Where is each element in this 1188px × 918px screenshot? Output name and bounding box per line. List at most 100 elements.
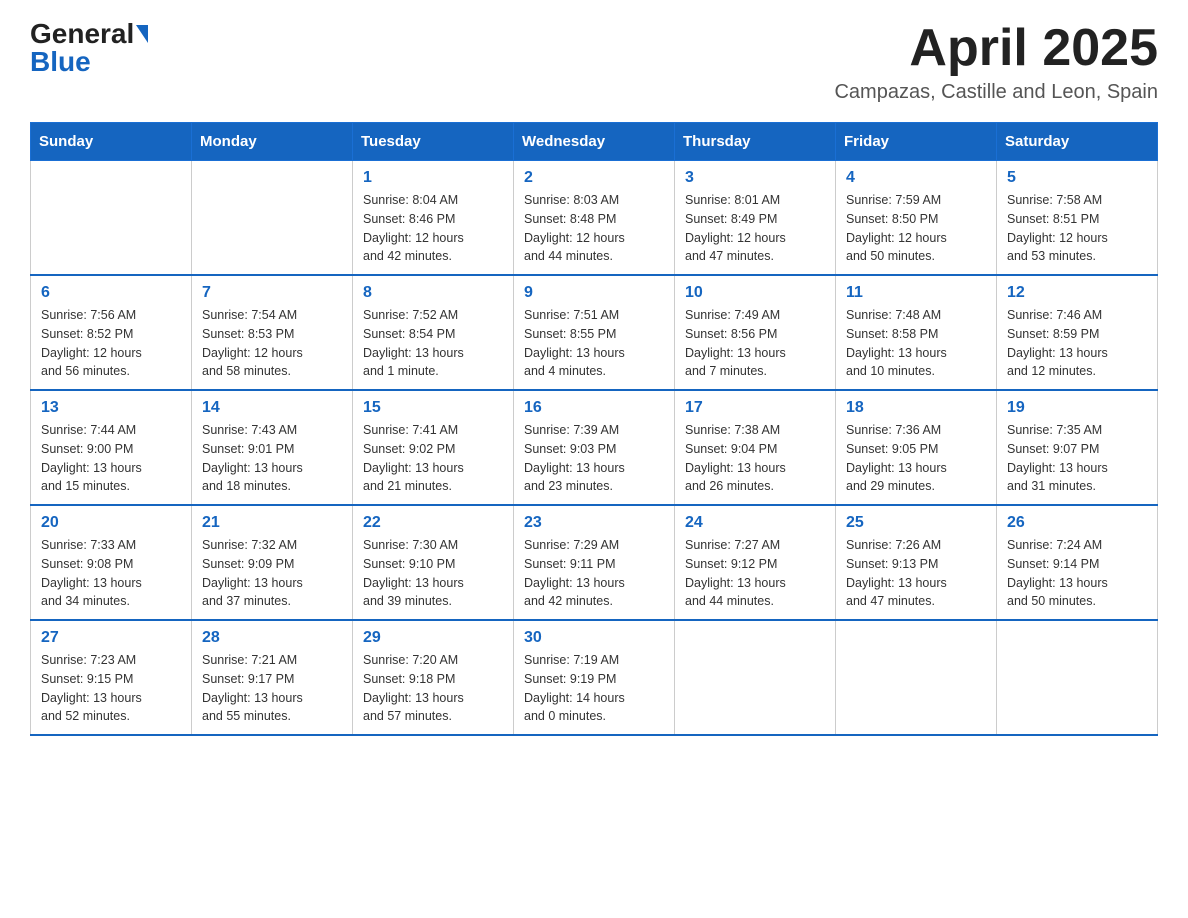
calendar-cell: 27Sunrise: 7:23 AM Sunset: 9:15 PM Dayli…	[31, 620, 192, 735]
day-number: 16	[524, 399, 664, 417]
day-info: Sunrise: 7:19 AM Sunset: 9:19 PM Dayligh…	[524, 651, 664, 726]
calendar-cell: 20Sunrise: 7:33 AM Sunset: 9:08 PM Dayli…	[31, 505, 192, 620]
calendar-cell: 4 Sunrise: 7:59 AM Sunset: 8:50 PM Daylig…	[836, 161, 997, 276]
page-title: April 2025	[834, 20, 1158, 77]
day-number: 8	[363, 284, 503, 302]
calendar-cell: 25 Sunrise: 7:26 AM Sunset: 9:13 PM Dayli…	[836, 505, 997, 620]
location-subtitle: Campazas, Castille and Leon, Spain	[834, 81, 1158, 104]
calendar-cell: 7 Sunrise: 7:54 AM Sunset: 8:53 PM Daylig…	[192, 275, 353, 390]
day-number: 17	[685, 399, 825, 417]
calendar-cell	[836, 620, 997, 735]
day-number: 15	[363, 399, 503, 417]
day-info: Sunrise: 7:51 AM Sunset: 8:55 PM Dayligh…	[524, 306, 664, 381]
day-number: 10	[685, 284, 825, 302]
title-block: April 2025 Campazas, Castille and Leon, …	[834, 20, 1158, 104]
day-info: Sunrise: 7:20 AM Sunset: 9:18 PM Dayligh…	[363, 651, 503, 726]
day-number: 23	[524, 514, 664, 532]
day-info: Sunrise: 7:33 AM Sunset: 9:08 PM Dayligh…	[41, 536, 181, 611]
weekday-header-sunday: Sunday	[31, 123, 192, 161]
day-info: Sunrise: 7:38 AM Sunset: 9:04 PM Dayligh…	[685, 421, 825, 496]
day-info: Sunrise: 7:56 AM Sunset: 8:52 PM Dayligh…	[41, 306, 181, 381]
day-info: Sunrise: 7:59 AM Sunset: 8:50 PM Dayligh…	[846, 191, 986, 266]
day-info: Sunrise: 7:41 AM Sunset: 9:02 PM Dayligh…	[363, 421, 503, 496]
calendar-cell: 12 Sunrise: 7:46 AM Sunset: 8:59 PM Dayli…	[997, 275, 1158, 390]
day-info: Sunrise: 7:52 AM Sunset: 8:54 PM Dayligh…	[363, 306, 503, 381]
day-number: 1	[363, 169, 503, 187]
calendar-body: 1 Sunrise: 8:04 AM Sunset: 8:46 PM Daylig…	[31, 161, 1158, 736]
calendar-cell: 15 Sunrise: 7:41 AM Sunset: 9:02 PM Dayli…	[353, 390, 514, 505]
day-number: 13	[41, 399, 181, 417]
day-number: 29	[363, 629, 503, 647]
day-info: Sunrise: 8:04 AM Sunset: 8:46 PM Dayligh…	[363, 191, 503, 266]
calendar-cell: 19 Sunrise: 7:35 AM Sunset: 9:07 PM Dayli…	[997, 390, 1158, 505]
day-number: 9	[524, 284, 664, 302]
logo-general-text: General	[30, 20, 134, 48]
day-info: Sunrise: 7:32 AM Sunset: 9:09 PM Dayligh…	[202, 536, 342, 611]
day-info: Sunrise: 7:35 AM Sunset: 9:07 PM Dayligh…	[1007, 421, 1147, 496]
calendar-cell: 28 Sunrise: 7:21 AM Sunset: 9:17 PM Dayli…	[192, 620, 353, 735]
day-number: 7	[202, 284, 342, 302]
day-info: Sunrise: 7:39 AM Sunset: 9:03 PM Dayligh…	[524, 421, 664, 496]
day-info: Sunrise: 7:43 AM Sunset: 9:01 PM Dayligh…	[202, 421, 342, 496]
day-number: 28	[202, 629, 342, 647]
calendar-cell: 30 Sunrise: 7:19 AM Sunset: 9:19 PM Dayli…	[514, 620, 675, 735]
day-info: Sunrise: 8:01 AM Sunset: 8:49 PM Dayligh…	[685, 191, 825, 266]
calendar-cell	[31, 161, 192, 276]
day-info: Sunrise: 7:46 AM Sunset: 8:59 PM Dayligh…	[1007, 306, 1147, 381]
day-number: 12	[1007, 284, 1147, 302]
calendar-week-3: 13 Sunrise: 7:44 AM Sunset: 9:00 PM Dayli…	[31, 390, 1158, 505]
weekday-header-friday: Friday	[836, 123, 997, 161]
day-number: 14	[202, 399, 342, 417]
day-number: 19	[1007, 399, 1147, 417]
day-number: 6	[41, 284, 181, 302]
day-number: 26	[1007, 514, 1147, 532]
day-info: Sunrise: 7:58 AM Sunset: 8:51 PM Dayligh…	[1007, 191, 1147, 266]
day-number: 3	[685, 169, 825, 187]
calendar-cell: 1 Sunrise: 8:04 AM Sunset: 8:46 PM Daylig…	[353, 161, 514, 276]
calendar-cell: 16 Sunrise: 7:39 AM Sunset: 9:03 PM Dayli…	[514, 390, 675, 505]
day-info: Sunrise: 7:26 AM Sunset: 9:13 PM Dayligh…	[846, 536, 986, 611]
calendar-cell: 21 Sunrise: 7:32 AM Sunset: 9:09 PM Dayli…	[192, 505, 353, 620]
calendar-week-5: 27Sunrise: 7:23 AM Sunset: 9:15 PM Dayli…	[31, 620, 1158, 735]
day-info: Sunrise: 8:03 AM Sunset: 8:48 PM Dayligh…	[524, 191, 664, 266]
day-info: Sunrise: 7:48 AM Sunset: 8:58 PM Dayligh…	[846, 306, 986, 381]
day-number: 2	[524, 169, 664, 187]
calendar-cell: 24Sunrise: 7:27 AM Sunset: 9:12 PM Dayli…	[675, 505, 836, 620]
calendar-table: SundayMondayTuesdayWednesdayThursdayFrid…	[30, 122, 1158, 736]
page-header: General Blue April 2025 Campazas, Castil…	[30, 20, 1158, 104]
day-info: Sunrise: 7:54 AM Sunset: 8:53 PM Dayligh…	[202, 306, 342, 381]
calendar-cell: 22Sunrise: 7:30 AM Sunset: 9:10 PM Dayli…	[353, 505, 514, 620]
day-info: Sunrise: 7:49 AM Sunset: 8:56 PM Dayligh…	[685, 306, 825, 381]
day-number: 5	[1007, 169, 1147, 187]
logo: General Blue	[30, 20, 148, 76]
calendar-cell: 9 Sunrise: 7:51 AM Sunset: 8:55 PM Daylig…	[514, 275, 675, 390]
calendar-cell: 11 Sunrise: 7:48 AM Sunset: 8:58 PM Dayli…	[836, 275, 997, 390]
weekday-header-saturday: Saturday	[997, 123, 1158, 161]
calendar-week-1: 1 Sunrise: 8:04 AM Sunset: 8:46 PM Daylig…	[31, 161, 1158, 276]
day-info: Sunrise: 7:29 AM Sunset: 9:11 PM Dayligh…	[524, 536, 664, 611]
day-number: 30	[524, 629, 664, 647]
weekday-header-thursday: Thursday	[675, 123, 836, 161]
calendar-cell: 3 Sunrise: 8:01 AM Sunset: 8:49 PM Daylig…	[675, 161, 836, 276]
day-number: 22	[363, 514, 503, 532]
logo-triangle-icon	[136, 25, 148, 43]
calendar-cell	[997, 620, 1158, 735]
weekday-header-wednesday: Wednesday	[514, 123, 675, 161]
day-number: 27	[41, 629, 181, 647]
calendar-cell: 5 Sunrise: 7:58 AM Sunset: 8:51 PM Daylig…	[997, 161, 1158, 276]
day-number: 21	[202, 514, 342, 532]
calendar-cell: 2 Sunrise: 8:03 AM Sunset: 8:48 PM Daylig…	[514, 161, 675, 276]
calendar-cell: 8 Sunrise: 7:52 AM Sunset: 8:54 PM Daylig…	[353, 275, 514, 390]
calendar-cell: 29 Sunrise: 7:20 AM Sunset: 9:18 PM Dayli…	[353, 620, 514, 735]
day-number: 11	[846, 284, 986, 302]
weekday-header-row: SundayMondayTuesdayWednesdayThursdayFrid…	[31, 123, 1158, 161]
calendar-cell: 6 Sunrise: 7:56 AM Sunset: 8:52 PM Daylig…	[31, 275, 192, 390]
day-info: Sunrise: 7:21 AM Sunset: 9:17 PM Dayligh…	[202, 651, 342, 726]
calendar-cell	[192, 161, 353, 276]
day-number: 25	[846, 514, 986, 532]
day-number: 4	[846, 169, 986, 187]
calendar-cell: 13 Sunrise: 7:44 AM Sunset: 9:00 PM Dayli…	[31, 390, 192, 505]
calendar-cell: 18Sunrise: 7:36 AM Sunset: 9:05 PM Dayli…	[836, 390, 997, 505]
day-info: Sunrise: 7:44 AM Sunset: 9:00 PM Dayligh…	[41, 421, 181, 496]
calendar-header: SundayMondayTuesdayWednesdayThursdayFrid…	[31, 123, 1158, 161]
